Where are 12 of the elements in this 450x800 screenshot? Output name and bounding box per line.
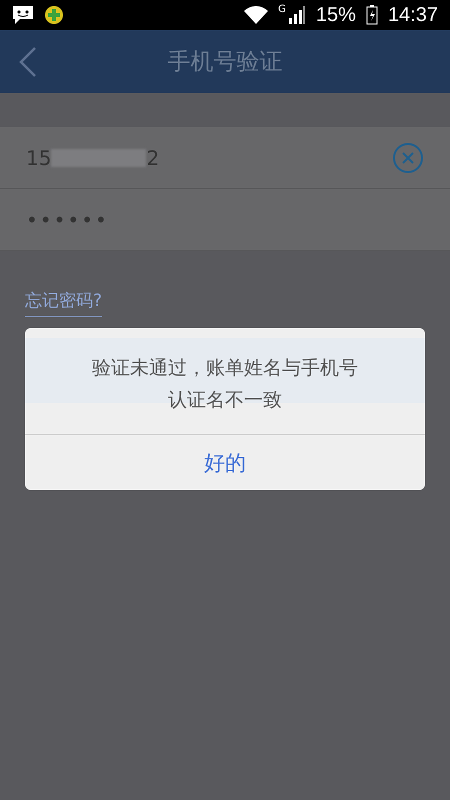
page-title: 手机号验证 xyxy=(166,48,284,77)
forgot-password-link[interactable]: 忘记密码? xyxy=(25,289,102,317)
network-type: G xyxy=(278,4,286,15)
chat-icon xyxy=(12,5,34,25)
signal-icon xyxy=(288,6,306,24)
confirm-button[interactable]: 好的 xyxy=(25,434,425,490)
wifi-icon xyxy=(244,6,268,24)
battery-percent: 15% xyxy=(316,4,356,26)
battery-charging-icon xyxy=(366,5,378,25)
clock-time: 14:37 xyxy=(388,4,438,26)
plus-circle-icon xyxy=(44,5,64,25)
password-input-field[interactable]: •••••• xyxy=(26,208,424,232)
